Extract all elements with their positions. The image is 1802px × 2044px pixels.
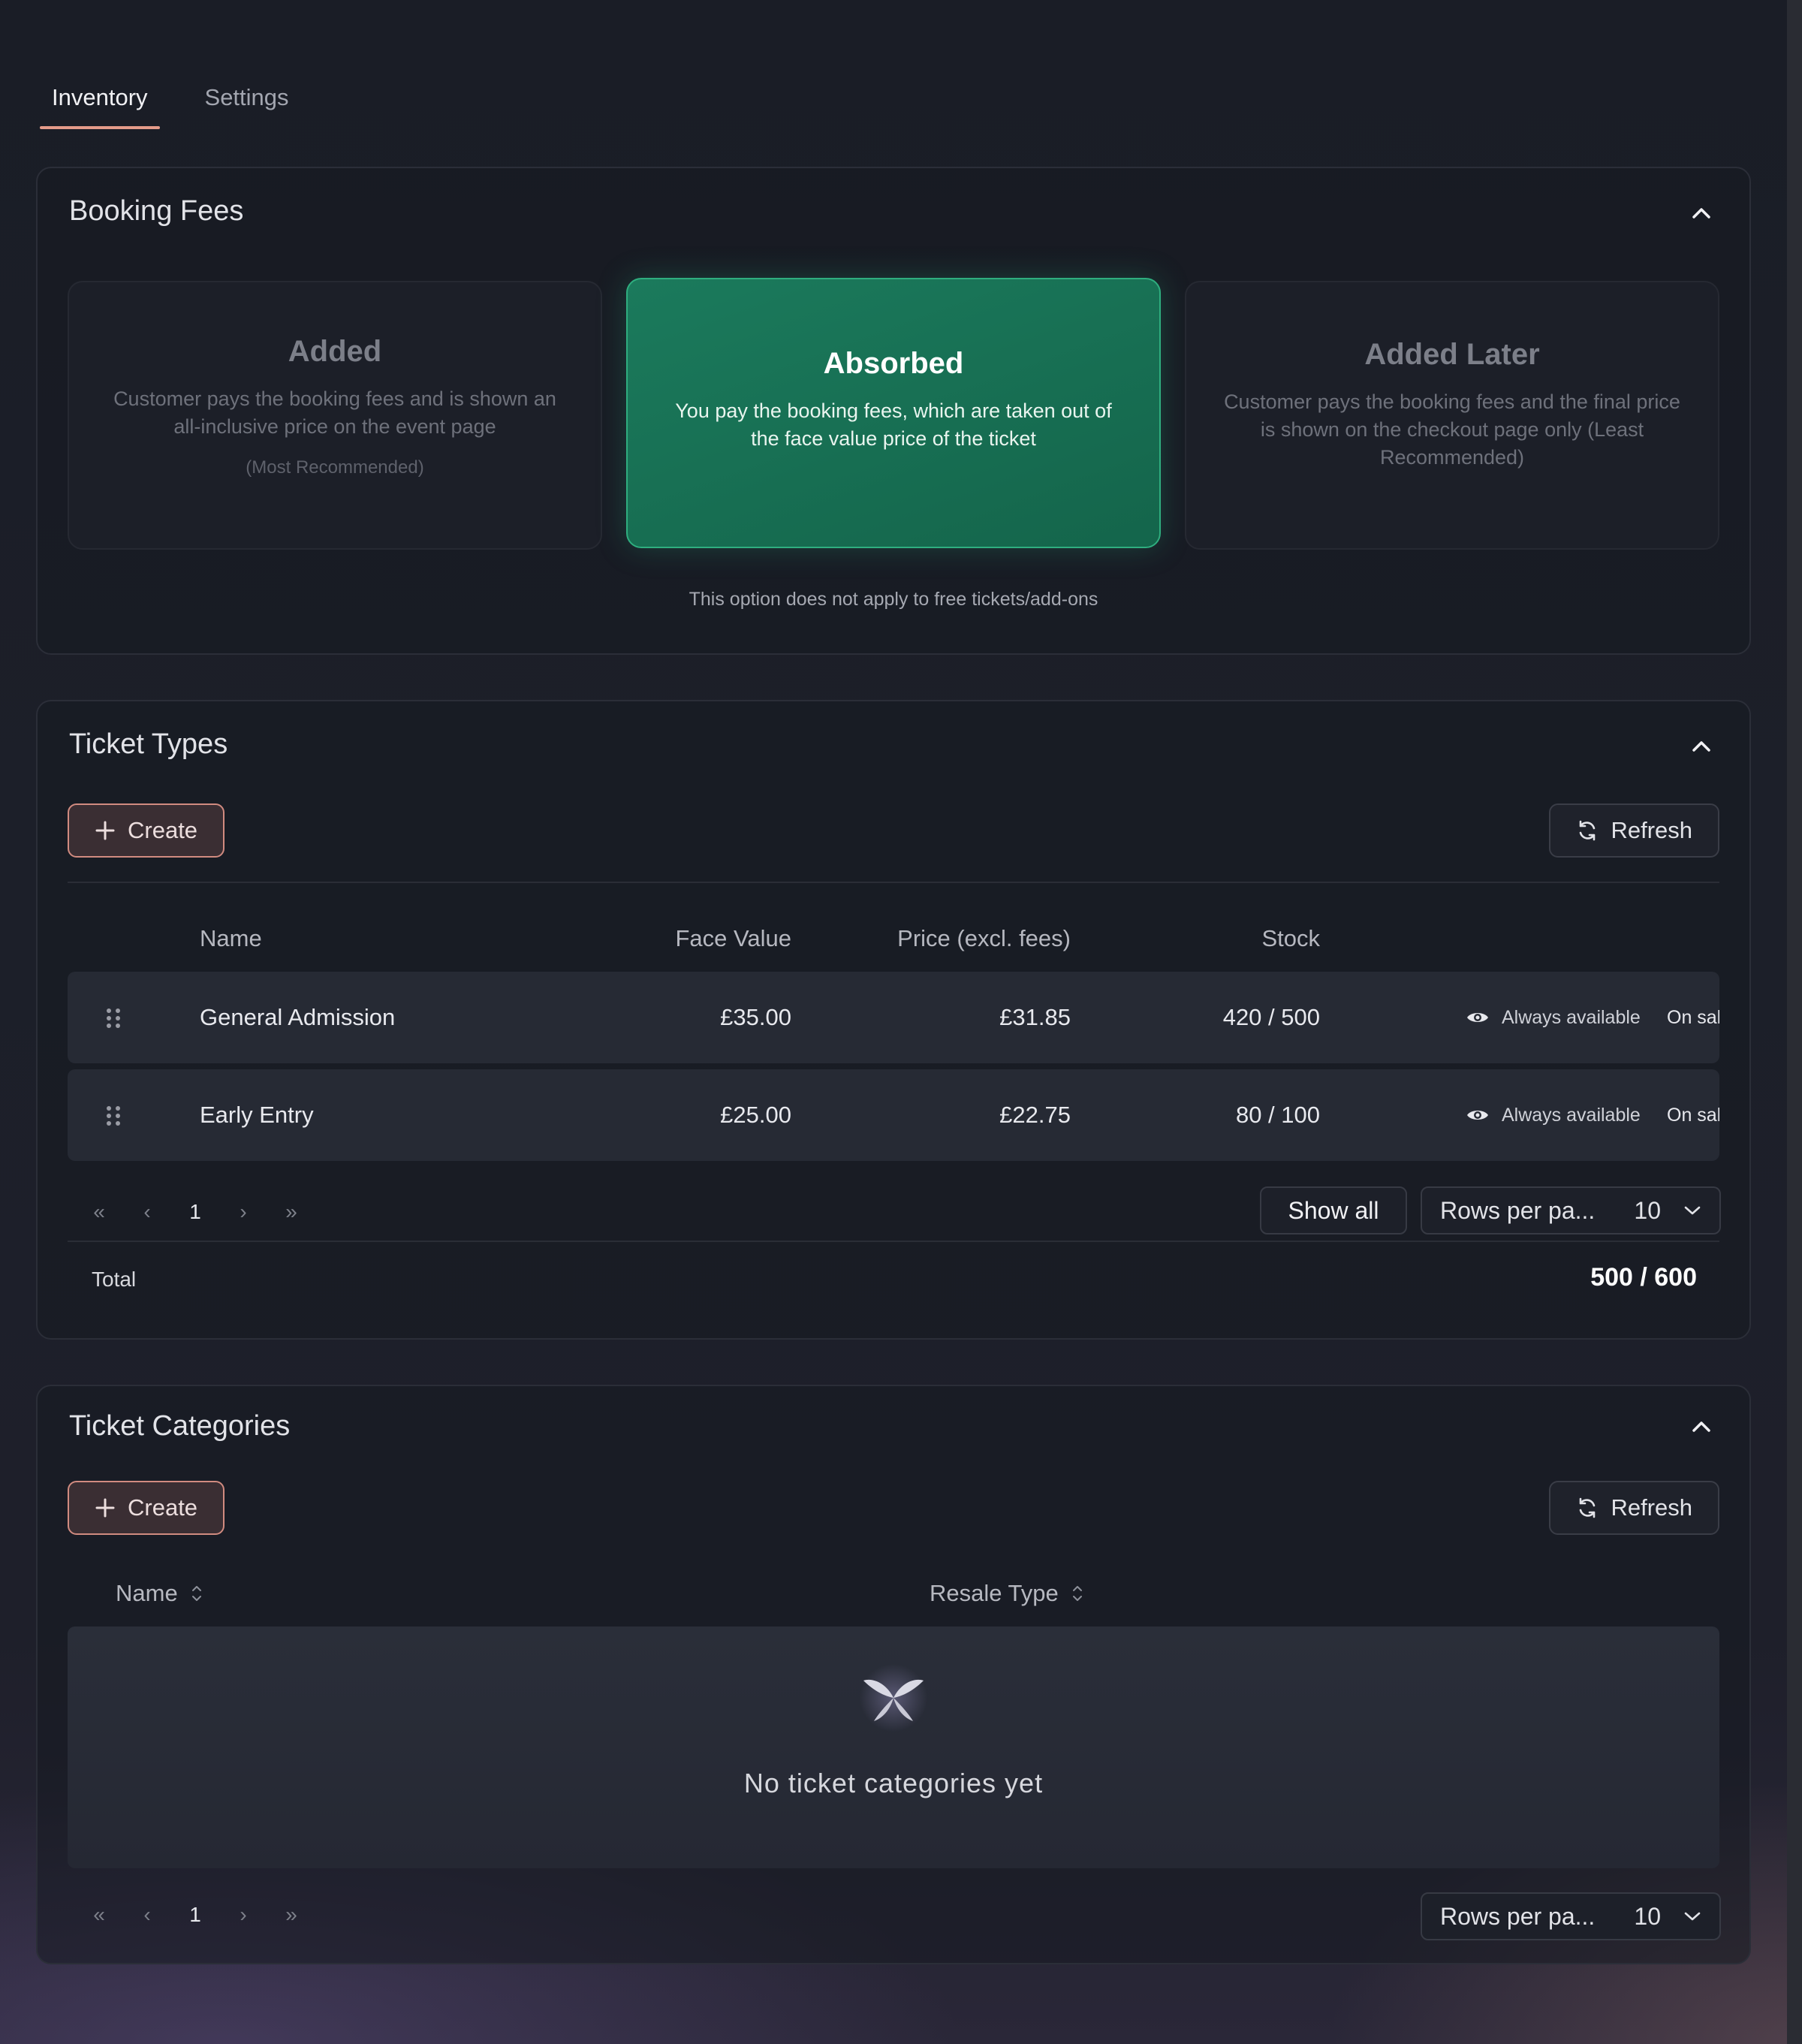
pagination: « ‹ 1 › » — [75, 1200, 315, 1224]
refresh-ticket-categories-button[interactable]: Refresh — [1549, 1481, 1719, 1535]
next-page-button[interactable]: › — [219, 1903, 267, 1927]
total-label: Total — [92, 1268, 137, 1291]
page-number[interactable]: 1 — [171, 1903, 219, 1927]
ticket-name: General Admission — [200, 1004, 396, 1030]
fee-option-added-later[interactable]: Added Later Customer pays the booking fe… — [1185, 281, 1719, 550]
collapse-booking-fees-button[interactable] — [1686, 198, 1716, 228]
ticket-face-value: £25.00 — [720, 1102, 791, 1128]
fee-note: This option does not apply to free ticke… — [689, 589, 1098, 610]
ticket-name: Early Entry — [200, 1102, 314, 1128]
column-header-face-value: Face Value — [675, 925, 791, 951]
status-badge: On sal — [1667, 1104, 1719, 1126]
ticket-types-panel: Ticket Types Create Refresh Name Face Va… — [36, 700, 1751, 1340]
fee-option-description: Customer pays the booking fees and is sh… — [113, 387, 556, 438]
fee-option-description: You pay the booking fees, which are take… — [675, 399, 1112, 450]
tab-settings[interactable]: Settings — [193, 75, 301, 129]
refresh-button-label: Refresh — [1611, 817, 1692, 843]
eye-icon — [1467, 1111, 1488, 1120]
chevron-up-icon — [1692, 741, 1710, 752]
window-edge — [1787, 0, 1802, 2044]
ticket-price: £22.75 — [999, 1102, 1071, 1128]
refresh-icon — [1580, 820, 1596, 841]
ticket-price: £31.85 — [999, 1004, 1071, 1030]
last-page-button[interactable]: » — [267, 1200, 315, 1224]
availability-label: Always available — [1502, 1104, 1641, 1126]
column-header-resale-type-label: Resale Type — [930, 1580, 1059, 1606]
rows-per-page-value: 10 — [1634, 1196, 1661, 1224]
fee-option-description: Customer pays the booking fees and the f… — [1224, 390, 1680, 469]
rows-per-page-value: 10 — [1634, 1902, 1661, 1930]
table-row[interactable]: Early Entry £25.00 £22.75 80 / 100 Alway… — [68, 1069, 1719, 1161]
create-ticket-type-button[interactable]: Create — [68, 803, 225, 858]
first-page-button[interactable]: « — [75, 1903, 123, 1927]
collapse-ticket-types-button[interactable] — [1686, 731, 1716, 761]
sort-icon — [191, 1586, 201, 1601]
refresh-button-label: Refresh — [1611, 1494, 1692, 1521]
fee-option-added[interactable]: Added Customer pays the booking fees and… — [68, 281, 602, 550]
status-cell: On sal — [1667, 1069, 1719, 1161]
table-row[interactable]: General Admission £35.00 £31.85 420 / 50… — [68, 972, 1719, 1063]
drag-handle-icon[interactable] — [105, 1105, 122, 1126]
column-header-price: Price (excl. fees) — [897, 925, 1071, 951]
column-header-resale-type[interactable]: Resale Type — [930, 1580, 1083, 1607]
rows-per-page-label: Rows per pa... — [1440, 1902, 1596, 1930]
column-header-name-label: Name — [116, 1580, 178, 1606]
eye-icon — [1467, 1013, 1488, 1022]
ticket-categories-panel: Ticket Categories Create Refresh Name Re… — [36, 1385, 1751, 1964]
fee-option-note: (Most Recommended) — [246, 457, 424, 478]
refresh-ticket-types-button[interactable]: Refresh — [1549, 803, 1719, 858]
divider — [68, 882, 1719, 883]
plus-icon — [95, 821, 115, 840]
collapse-ticket-categories-button[interactable] — [1686, 1412, 1716, 1442]
rows-per-page-label: Rows per pa... — [1440, 1196, 1596, 1224]
drag-handle-icon[interactable] — [105, 1008, 122, 1029]
chevron-up-icon — [1692, 1421, 1710, 1432]
fee-option-absorbed[interactable]: Absorbed You pay the booking fees, which… — [626, 278, 1161, 548]
sort-icon — [1072, 1586, 1082, 1601]
column-header-name[interactable]: Name — [116, 1580, 202, 1607]
fee-option-title: Added Later — [1364, 338, 1540, 371]
refresh-icon — [1580, 1497, 1596, 1518]
rows-per-page-select[interactable]: Rows per pa... 10 — [1421, 1892, 1721, 1940]
column-header-stock: Stock — [1261, 925, 1320, 951]
create-button-label: Create — [128, 1494, 198, 1521]
create-button-label: Create — [128, 817, 198, 843]
prev-page-button[interactable]: ‹ — [123, 1903, 171, 1927]
booking-fees-panel: Booking Fees Added Customer pays the boo… — [36, 167, 1751, 655]
availability-label: Always available — [1502, 1006, 1641, 1028]
availability[interactable]: Always available — [1466, 972, 1641, 1063]
show-all-button[interactable]: Show all — [1260, 1186, 1407, 1235]
first-page-button[interactable]: « — [75, 1200, 123, 1224]
next-page-button[interactable]: › — [219, 1200, 267, 1224]
fee-option-title: Added — [288, 335, 382, 368]
ticket-categories-title: Ticket Categories — [69, 1410, 291, 1442]
chevron-down-icon — [1684, 1912, 1701, 1921]
last-page-button[interactable]: » — [267, 1903, 315, 1927]
ticket-stock: 80 / 100 — [1235, 1102, 1320, 1128]
status-cell: On sal — [1667, 972, 1719, 1063]
fee-option-title: Absorbed — [823, 347, 964, 380]
ticket-types-title: Ticket Types — [69, 728, 228, 760]
column-header-name: Name — [200, 925, 262, 951]
page-number[interactable]: 1 — [171, 1200, 219, 1224]
availability[interactable]: Always available — [1466, 1069, 1641, 1161]
chevron-down-icon — [1684, 1206, 1701, 1215]
total-value: 500 / 600 — [1590, 1263, 1697, 1292]
ticket-stock: 420 / 500 — [1222, 1004, 1320, 1030]
ticket-face-value: £35.00 — [720, 1004, 791, 1030]
empty-logo-icon — [860, 1664, 927, 1732]
plus-icon — [95, 1498, 115, 1518]
tab-inventory[interactable]: Inventory — [40, 75, 160, 129]
create-ticket-category-button[interactable]: Create — [68, 1481, 225, 1535]
divider — [68, 1241, 1719, 1242]
empty-state: No ticket categories yet — [68, 1626, 1719, 1868]
status-badge: On sal — [1667, 1006, 1719, 1028]
empty-state-text: No ticket categories yet — [743, 1768, 1044, 1798]
pagination: « ‹ 1 › » — [75, 1903, 315, 1927]
booking-fees-title: Booking Fees — [69, 195, 244, 227]
chevron-up-icon — [1692, 208, 1710, 219]
rows-per-page-select[interactable]: Rows per pa... 10 — [1421, 1186, 1721, 1235]
prev-page-button[interactable]: ‹ — [123, 1200, 171, 1224]
tab-bar: Inventory Settings — [40, 75, 334, 129]
